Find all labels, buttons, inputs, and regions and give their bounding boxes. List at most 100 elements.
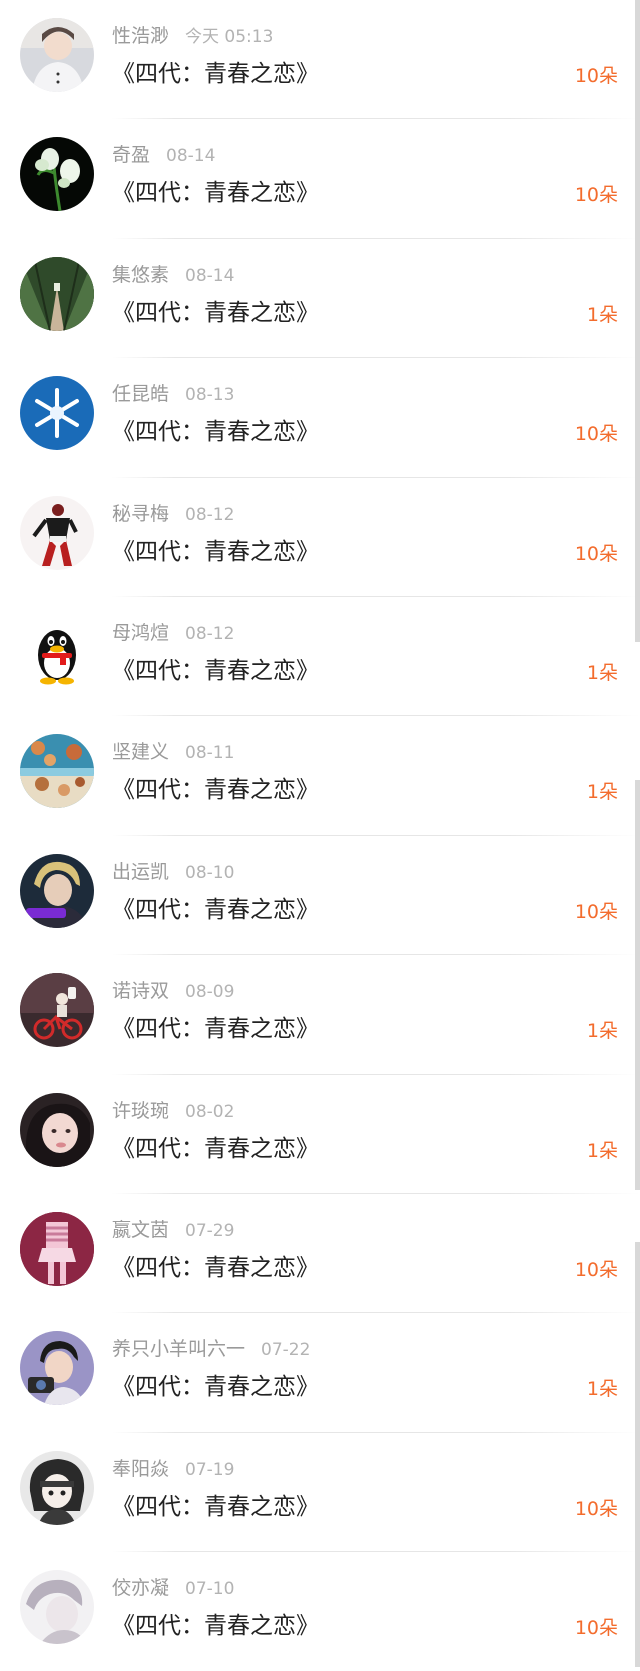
user-name[interactable]: 母鸿煊: [112, 622, 169, 644]
gift-amount: 10朵: [574, 65, 618, 87]
book-title: 《四代：青春之恋》: [112, 1254, 319, 1281]
avatar[interactable]: [20, 1092, 94, 1167]
list-item[interactable]: 佼亦凝 07-10 《四代：青春之恋》 10朵: [0, 1552, 640, 1671]
record-meta: 许琰琬 08-02: [112, 1097, 234, 1125]
avatar[interactable]: [20, 973, 94, 1048]
scrollbar[interactable]: [635, 0, 640, 1667]
record-meta: 集悠素 08-14: [112, 261, 234, 289]
portrait-icon: [20, 1450, 94, 1525]
avatar[interactable]: [20, 1450, 94, 1525]
gift-amount: 10朵: [574, 542, 618, 565]
avatar[interactable]: [20, 1570, 94, 1645]
scrollbar-thumb[interactable]: [635, 1242, 640, 1667]
record-meta: 佼亦凝 07-10: [112, 1574, 234, 1602]
record-time: 07-10: [185, 1579, 235, 1600]
avatar[interactable]: [20, 495, 94, 570]
user-name[interactable]: 佼亦凝: [112, 1577, 169, 1599]
avatar[interactable]: [20, 376, 94, 451]
record-time: 07-19: [185, 1459, 235, 1480]
avatar[interactable]: [20, 614, 94, 689]
user-name[interactable]: 出运凯: [112, 861, 169, 883]
list-item[interactable]: 奉阳焱 07-19 《四代：青春之恋》 10朵: [0, 1433, 640, 1553]
list-item[interactable]: 诺诗双 08-09 《四代：青春之恋》 1朵: [0, 955, 640, 1075]
list-item[interactable]: 坚建义 08-11 《四代：青春之恋》 1朵: [0, 716, 640, 836]
gift-amount: 1朵: [586, 303, 618, 326]
gift-amount: 10朵: [574, 1497, 618, 1520]
list-item[interactable]: 出运凯 08-10 《四代：青春之恋》 10朵: [0, 836, 640, 956]
list-item[interactable]: 任昆皓 08-13 《四代：青春之恋》 10朵: [0, 358, 640, 478]
book-title: 《四代：青春之恋》: [112, 1374, 319, 1401]
avatar[interactable]: [20, 256, 94, 331]
gift-amount: 1朵: [586, 661, 618, 684]
book-title: 《四代：青春之恋》: [112, 896, 319, 923]
gift-record-list: 性浩渺 今天 05:13 《四代：青春之恋》 10朵 奇盈 08-14 《四代：青春…: [0, 0, 640, 1671]
user-name[interactable]: 坚建义: [112, 741, 169, 763]
user-name[interactable]: 诺诗双: [112, 980, 169, 1002]
character-icon: [20, 495, 94, 570]
user-name[interactable]: 任昆皓: [112, 383, 169, 405]
book-title: 《四代：青春之恋》: [112, 1135, 319, 1162]
snowflake-icon: [20, 376, 94, 451]
user-name[interactable]: 性浩渺: [112, 25, 169, 47]
list-item[interactable]: 集悠素 08-14 《四代：青春之恋》 1朵: [0, 239, 640, 359]
record-meta: 奇盈 08-14: [112, 141, 215, 169]
list-item[interactable]: 许琰琬 08-02 《四代：青春之恋》 1朵: [0, 1075, 640, 1194]
book-title: 《四代：青春之恋》: [112, 777, 319, 804]
record-time: 07-29: [185, 1220, 235, 1241]
portrait-icon: [20, 1331, 94, 1406]
gift-amount: 10朵: [574, 1258, 618, 1281]
record-meta: 任昆皓 08-13: [112, 380, 234, 408]
list-item[interactable]: 奇盈 08-14 《四代：青春之恋》 10朵: [0, 119, 640, 239]
user-name[interactable]: 许琰琬: [112, 1100, 169, 1122]
record-time: 08-14: [166, 146, 216, 167]
scrollbar-thumb[interactable]: [635, 780, 640, 1190]
gift-amount: 1朵: [586, 781, 618, 804]
avatar[interactable]: [20, 734, 94, 809]
book-title: 《四代：青春之恋》: [112, 538, 319, 565]
record-meta: 出运凯 08-10: [112, 858, 234, 886]
portrait-icon: [20, 1092, 94, 1167]
record-time: 08-13: [185, 385, 235, 406]
record-time: 08-14: [185, 265, 235, 286]
record-meta: 秘寻梅 08-12: [112, 500, 234, 528]
avatar[interactable]: [20, 137, 94, 212]
record-time: 08-11: [185, 743, 235, 764]
tree-road-icon: [20, 256, 94, 331]
list-item[interactable]: 母鸿煊 08-12 《四代：青春之恋》 1朵: [0, 597, 640, 717]
avatar[interactable]: [20, 853, 94, 928]
record-time: 今天 05:13: [185, 27, 274, 47]
record-meta: 奉阳焱 07-19: [112, 1455, 234, 1483]
book-title: 《四代：青春之恋》: [112, 299, 319, 326]
portrait-icon: [20, 1570, 94, 1645]
seashell-icon: [20, 734, 94, 809]
record-time: 08-09: [185, 982, 235, 1003]
record-meta: 诺诗双 08-09: [112, 977, 234, 1005]
record-time: 08-12: [185, 623, 235, 644]
record-meta: 养只小羊叫六一 07-22: [112, 1335, 310, 1363]
book-title: 《四代：青春之恋》: [112, 1016, 319, 1043]
penguin-icon: [20, 614, 94, 689]
scrollbar-thumb[interactable]: [635, 0, 640, 642]
book-title: 《四代：青春之恋》: [112, 1493, 319, 1520]
record-time: 07-22: [261, 1340, 311, 1361]
user-name[interactable]: 集悠素: [112, 264, 169, 286]
user-name[interactable]: 秘寻梅: [112, 503, 169, 525]
record-meta: 嬴文茵 07-29: [112, 1216, 234, 1244]
user-name[interactable]: 奇盈: [112, 144, 150, 166]
list-item[interactable]: 嬴文茵 07-29 《四代：青春之恋》 10朵: [0, 1194, 640, 1314]
bicycle-icon: [20, 973, 94, 1048]
list-item[interactable]: 秘寻梅 08-12 《四代：青春之恋》 10朵: [0, 478, 640, 597]
list-item[interactable]: 养只小羊叫六一 07-22 《四代：青春之恋》 1朵: [0, 1313, 640, 1433]
book-title: 《四代：青春之恋》: [112, 61, 319, 87]
book-title: 《四代：青春之恋》: [112, 419, 319, 446]
avatar[interactable]: [20, 1331, 94, 1406]
gift-amount: 10朵: [574, 184, 618, 207]
gift-amount: 10朵: [574, 423, 618, 446]
user-name[interactable]: 奉阳焱: [112, 1458, 169, 1480]
user-name[interactable]: 嬴文茵: [112, 1219, 169, 1241]
avatar[interactable]: [20, 1211, 94, 1286]
list-item[interactable]: 性浩渺 今天 05:13 《四代：青春之恋》 10朵: [0, 0, 640, 120]
avatar[interactable]: [20, 18, 94, 92]
user-name[interactable]: 养只小羊叫六一: [112, 1338, 245, 1360]
gift-amount: 1朵: [586, 1378, 618, 1401]
